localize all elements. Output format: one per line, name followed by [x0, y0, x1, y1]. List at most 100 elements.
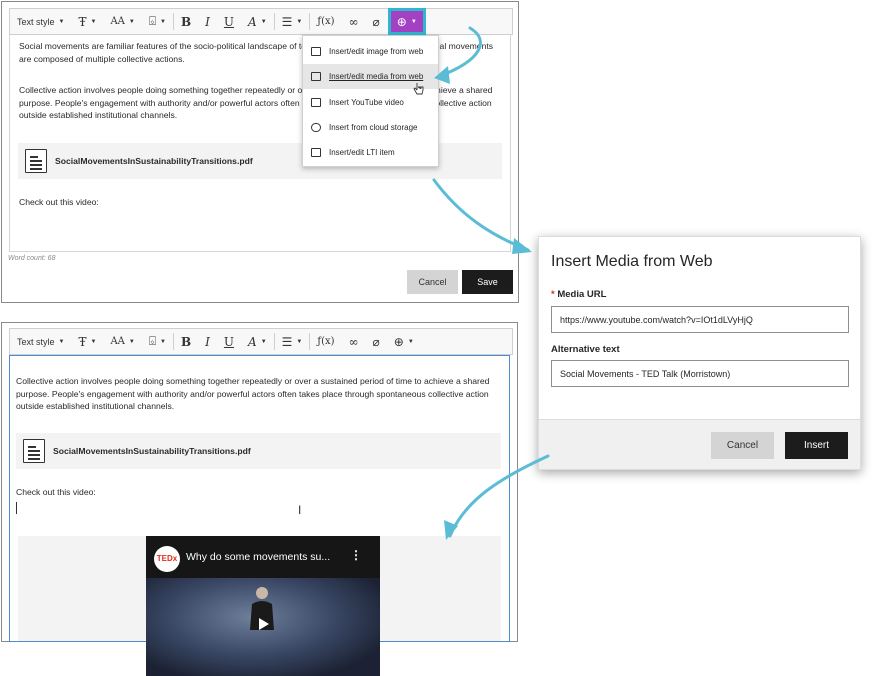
underline-button[interactable]: U [217, 329, 241, 354]
cloud-icon [311, 123, 321, 132]
clear-format-button[interactable]: A ▼ [241, 329, 274, 354]
attach-icon: ⌀ [372, 334, 380, 349]
italic-icon: I [205, 14, 210, 29]
menu-item-label: Insert YouTube video [329, 98, 404, 107]
link-icon: ∞ [348, 14, 359, 29]
list-icon: ☰ [281, 334, 293, 349]
chevron-down-icon: ▼ [296, 18, 303, 25]
word-count: Word count: 68 [8, 255, 56, 262]
alt-text-input[interactable]: Social Movements - TED Talk (Morristown) [551, 360, 849, 387]
math-button[interactable]: ƒ(x) [310, 9, 341, 34]
bold-button[interactable]: B [174, 9, 198, 34]
text-size-button[interactable]: AA ▼ [103, 329, 141, 354]
paragraph: Check out this video: [19, 197, 99, 207]
video-player[interactable]: TEDx Why do some movements su... ⋮ [146, 536, 380, 676]
bold-icon: B [181, 14, 192, 29]
editor-toolbar: Text style ▼ Ŧ ▼ AA ▼ ⌺ ▼ B I U A ▼ ☰ ▼ ƒ(x) ∞… [9, 8, 513, 35]
text-size-button[interactable]: AA ▼ [103, 9, 141, 34]
attach-button[interactable]: ⌀ [366, 329, 387, 354]
ted-logo: TEDx [154, 546, 180, 572]
font-format-icon: Ŧ [78, 14, 87, 29]
menu-item-label: Insert/edit LTI item [329, 148, 395, 157]
chevron-down-icon: ▼ [58, 18, 65, 25]
dialog-cancel-button[interactable]: Cancel [711, 432, 774, 459]
clear-format-icon: A [248, 334, 257, 349]
chevron-down-icon: ▼ [90, 18, 97, 25]
list-icon: ☰ [281, 14, 293, 29]
bold-button[interactable]: B [174, 329, 198, 354]
file-name: SocialMovementsInSustainabilityTransitio… [53, 445, 251, 456]
bold-icon: B [181, 334, 192, 349]
math-button[interactable]: ƒ(x) [310, 329, 341, 354]
dialog-footer: Cancel Insert [539, 419, 860, 469]
media-url-label: * Media URL [551, 289, 606, 300]
youtube-icon [311, 98, 321, 107]
insert-content-button[interactable]: ⊕ ▼ [387, 8, 426, 35]
media-url-input[interactable]: https://www.youtube.com/watch?v=IOt1dLVy… [551, 306, 849, 333]
chevron-down-icon: ▼ [58, 338, 65, 345]
italic-button[interactable]: I [198, 9, 217, 34]
chevron-down-icon: ▼ [407, 338, 414, 345]
text-color-button[interactable]: ⌺ ▼ [142, 9, 173, 34]
editor-content[interactable]: Collective action involves people doing … [9, 355, 510, 676]
text-color-icon: ⌺ [148, 334, 157, 348]
required-marker: * [551, 289, 555, 300]
link-button[interactable]: ∞ [342, 329, 366, 354]
video-title: Why do some movements su... [186, 551, 331, 563]
clear-format-button[interactable]: A ▼ [241, 9, 274, 34]
label-text: Media URL [557, 289, 607, 300]
menu-item-label: Insert from cloud storage [329, 123, 418, 132]
text-style-dropdown[interactable]: Text style ▼ [10, 9, 71, 34]
file-attachment[interactable]: SocialMovementsInSustainabilityTransitio… [16, 433, 501, 469]
paragraph: Collective action involves people doing … [16, 376, 490, 411]
text-style-label: Text style [17, 336, 55, 347]
italic-button[interactable]: I [198, 329, 217, 354]
font-format-button[interactable]: Ŧ ▼ [71, 329, 103, 354]
embedded-media-block[interactable]: TEDx Why do some movements su... ⋮ [18, 536, 501, 676]
file-name: SocialMovementsInSustainabilityTransitio… [55, 155, 253, 166]
insert-content-icon: ⊕ [396, 14, 407, 29]
alt-text-label: Alternative text [551, 344, 620, 355]
text-color-button[interactable]: ⌺ ▼ [142, 329, 173, 354]
chevron-down-icon: ▼ [160, 338, 166, 345]
math-icon: ƒ(x) [317, 16, 335, 27]
play-icon[interactable] [252, 616, 274, 632]
list-button[interactable]: ☰ ▼ [275, 329, 310, 354]
menu-item-cloud-storage[interactable]: Insert from cloud storage [303, 115, 438, 140]
menu-item-lti[interactable]: Insert/edit LTI item [303, 140, 438, 165]
chevron-down-icon: ▼ [296, 338, 303, 345]
text-size-icon: AA [110, 336, 125, 347]
attach-icon: ⌀ [372, 14, 380, 29]
dialog-insert-button[interactable]: Insert [785, 432, 848, 459]
editor-top: Text style ▼ Ŧ ▼ AA ▼ ⌺ ▼ B I U A ▼ ☰ ▼ ƒ(x) ∞… [1, 1, 519, 303]
text-cursor [16, 502, 17, 514]
chevron-down-icon: ▼ [128, 338, 135, 345]
text-style-dropdown[interactable]: Text style ▼ [10, 329, 71, 354]
insert-content-button[interactable]: ⊕ ▼ [387, 329, 421, 354]
underline-icon: U [223, 334, 235, 349]
more-options-icon[interactable]: ⋮ [350, 549, 362, 562]
attach-button[interactable]: ⌀ [366, 9, 387, 34]
chevron-down-icon: ▼ [90, 338, 97, 345]
link-button[interactable]: ∞ [342, 9, 366, 34]
chevron-down-icon: ▼ [410, 18, 417, 25]
editor-toolbar: Text style ▼ Ŧ ▼ AA ▼ ⌺ ▼ B I U A ▼ ☰ ▼ ƒ(x) ∞… [9, 328, 513, 355]
cancel-button[interactable]: Cancel [407, 270, 458, 294]
chevron-down-icon: ▼ [260, 18, 267, 25]
underline-icon: U [223, 14, 235, 29]
underline-button[interactable]: U [217, 9, 241, 34]
menu-item-label: Insert/edit image from web [329, 47, 424, 56]
document-icon [25, 149, 47, 173]
dialog-title: Insert Media from Web [551, 253, 713, 270]
font-format-icon: Ŧ [78, 334, 87, 349]
menu-item-image-from-web[interactable]: Insert/edit image from web [303, 39, 438, 64]
hand-cursor-icon [413, 83, 424, 95]
list-button[interactable]: ☰ ▼ [275, 9, 310, 34]
chevron-down-icon: ▼ [128, 18, 135, 25]
link-icon: ∞ [348, 334, 359, 349]
font-format-button[interactable]: Ŧ ▼ [71, 9, 103, 34]
text-color-icon: ⌺ [148, 14, 157, 28]
save-button[interactable]: Save [462, 270, 513, 294]
math-icon: ƒ(x) [317, 336, 335, 347]
lti-icon [311, 148, 321, 157]
